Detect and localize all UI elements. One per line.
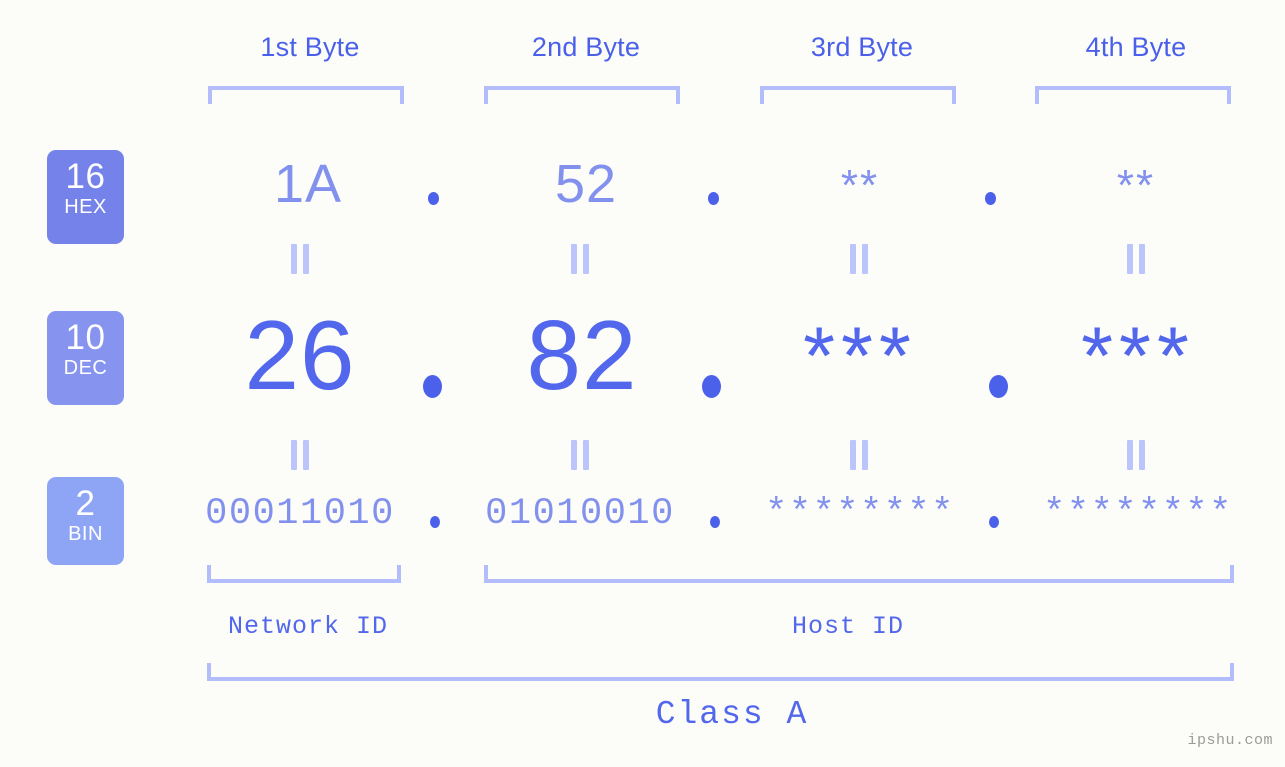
hex-octet-2: 52 bbox=[554, 154, 618, 214]
network-id-bracket bbox=[207, 565, 401, 583]
bin-separator-3 bbox=[989, 516, 999, 528]
byte-header-3: 3rd Byte bbox=[810, 32, 914, 62]
dec-octet-1: 26 bbox=[244, 300, 356, 410]
site-watermark: ipshu.com bbox=[1187, 732, 1273, 749]
base-badge-hex-name: HEX bbox=[64, 196, 107, 218]
dec-separator-1 bbox=[423, 375, 442, 398]
class-bracket bbox=[207, 663, 1234, 681]
bin-octet-4: ******** bbox=[1043, 493, 1233, 535]
dec-octet-2: 82 bbox=[526, 300, 638, 410]
equals-icon-dec-bin-2 bbox=[569, 440, 591, 470]
dec-octet-4: *** bbox=[1081, 311, 1195, 402]
byte-bracket-2 bbox=[484, 86, 680, 104]
base-badge-hex: 16 HEX bbox=[47, 150, 124, 244]
dec-separator-2 bbox=[702, 375, 721, 398]
network-id-label: Network ID bbox=[227, 612, 389, 641]
bin-separator-1 bbox=[430, 516, 440, 528]
equals-icon-hex-dec-3 bbox=[848, 244, 870, 274]
ip-byte-breakdown-diagram: 1st Byte 2nd Byte 3rd Byte 4th Byte 16 H… bbox=[0, 0, 1285, 767]
hex-separator-3 bbox=[985, 192, 996, 205]
byte-bracket-4 bbox=[1035, 86, 1231, 104]
byte-header-1: 1st Byte bbox=[260, 32, 360, 62]
byte-bracket-1 bbox=[208, 86, 404, 104]
equals-icon-dec-bin-1 bbox=[289, 440, 311, 470]
hex-octet-4: ** bbox=[1116, 161, 1156, 210]
base-badge-hex-radix: 16 bbox=[65, 157, 106, 196]
bin-octet-3: ******** bbox=[765, 493, 955, 535]
equals-icon-hex-dec-4 bbox=[1125, 244, 1147, 274]
hex-separator-1 bbox=[428, 192, 439, 205]
hex-octet-1: 1A bbox=[273, 154, 343, 214]
base-badge-bin-radix: 2 bbox=[75, 484, 96, 523]
equals-icon-dec-bin-3 bbox=[848, 440, 870, 470]
byte-bracket-3 bbox=[760, 86, 956, 104]
base-badge-bin: 2 BIN bbox=[47, 477, 124, 565]
hex-separator-2 bbox=[708, 192, 719, 205]
host-id-label: Host ID bbox=[791, 612, 905, 641]
bin-octet-1: 00011010 bbox=[205, 493, 395, 535]
dec-octet-3: *** bbox=[803, 311, 917, 402]
dec-separator-3 bbox=[989, 375, 1008, 398]
bin-separator-2 bbox=[710, 516, 720, 528]
byte-header-2: 2nd Byte bbox=[531, 32, 641, 62]
host-id-bracket bbox=[484, 565, 1234, 583]
byte-header-4: 4th Byte bbox=[1085, 32, 1187, 62]
equals-icon-hex-dec-1 bbox=[289, 244, 311, 274]
class-label: Class A bbox=[655, 696, 809, 733]
bin-octet-2: 01010010 bbox=[485, 493, 675, 535]
base-badge-dec: 10 DEC bbox=[47, 311, 124, 405]
equals-icon-dec-bin-4 bbox=[1125, 440, 1147, 470]
base-badge-bin-name: BIN bbox=[68, 523, 103, 545]
equals-icon-hex-dec-2 bbox=[569, 244, 591, 274]
base-badge-dec-radix: 10 bbox=[65, 318, 106, 357]
hex-octet-3: ** bbox=[840, 161, 880, 210]
base-badge-dec-name: DEC bbox=[63, 357, 108, 379]
